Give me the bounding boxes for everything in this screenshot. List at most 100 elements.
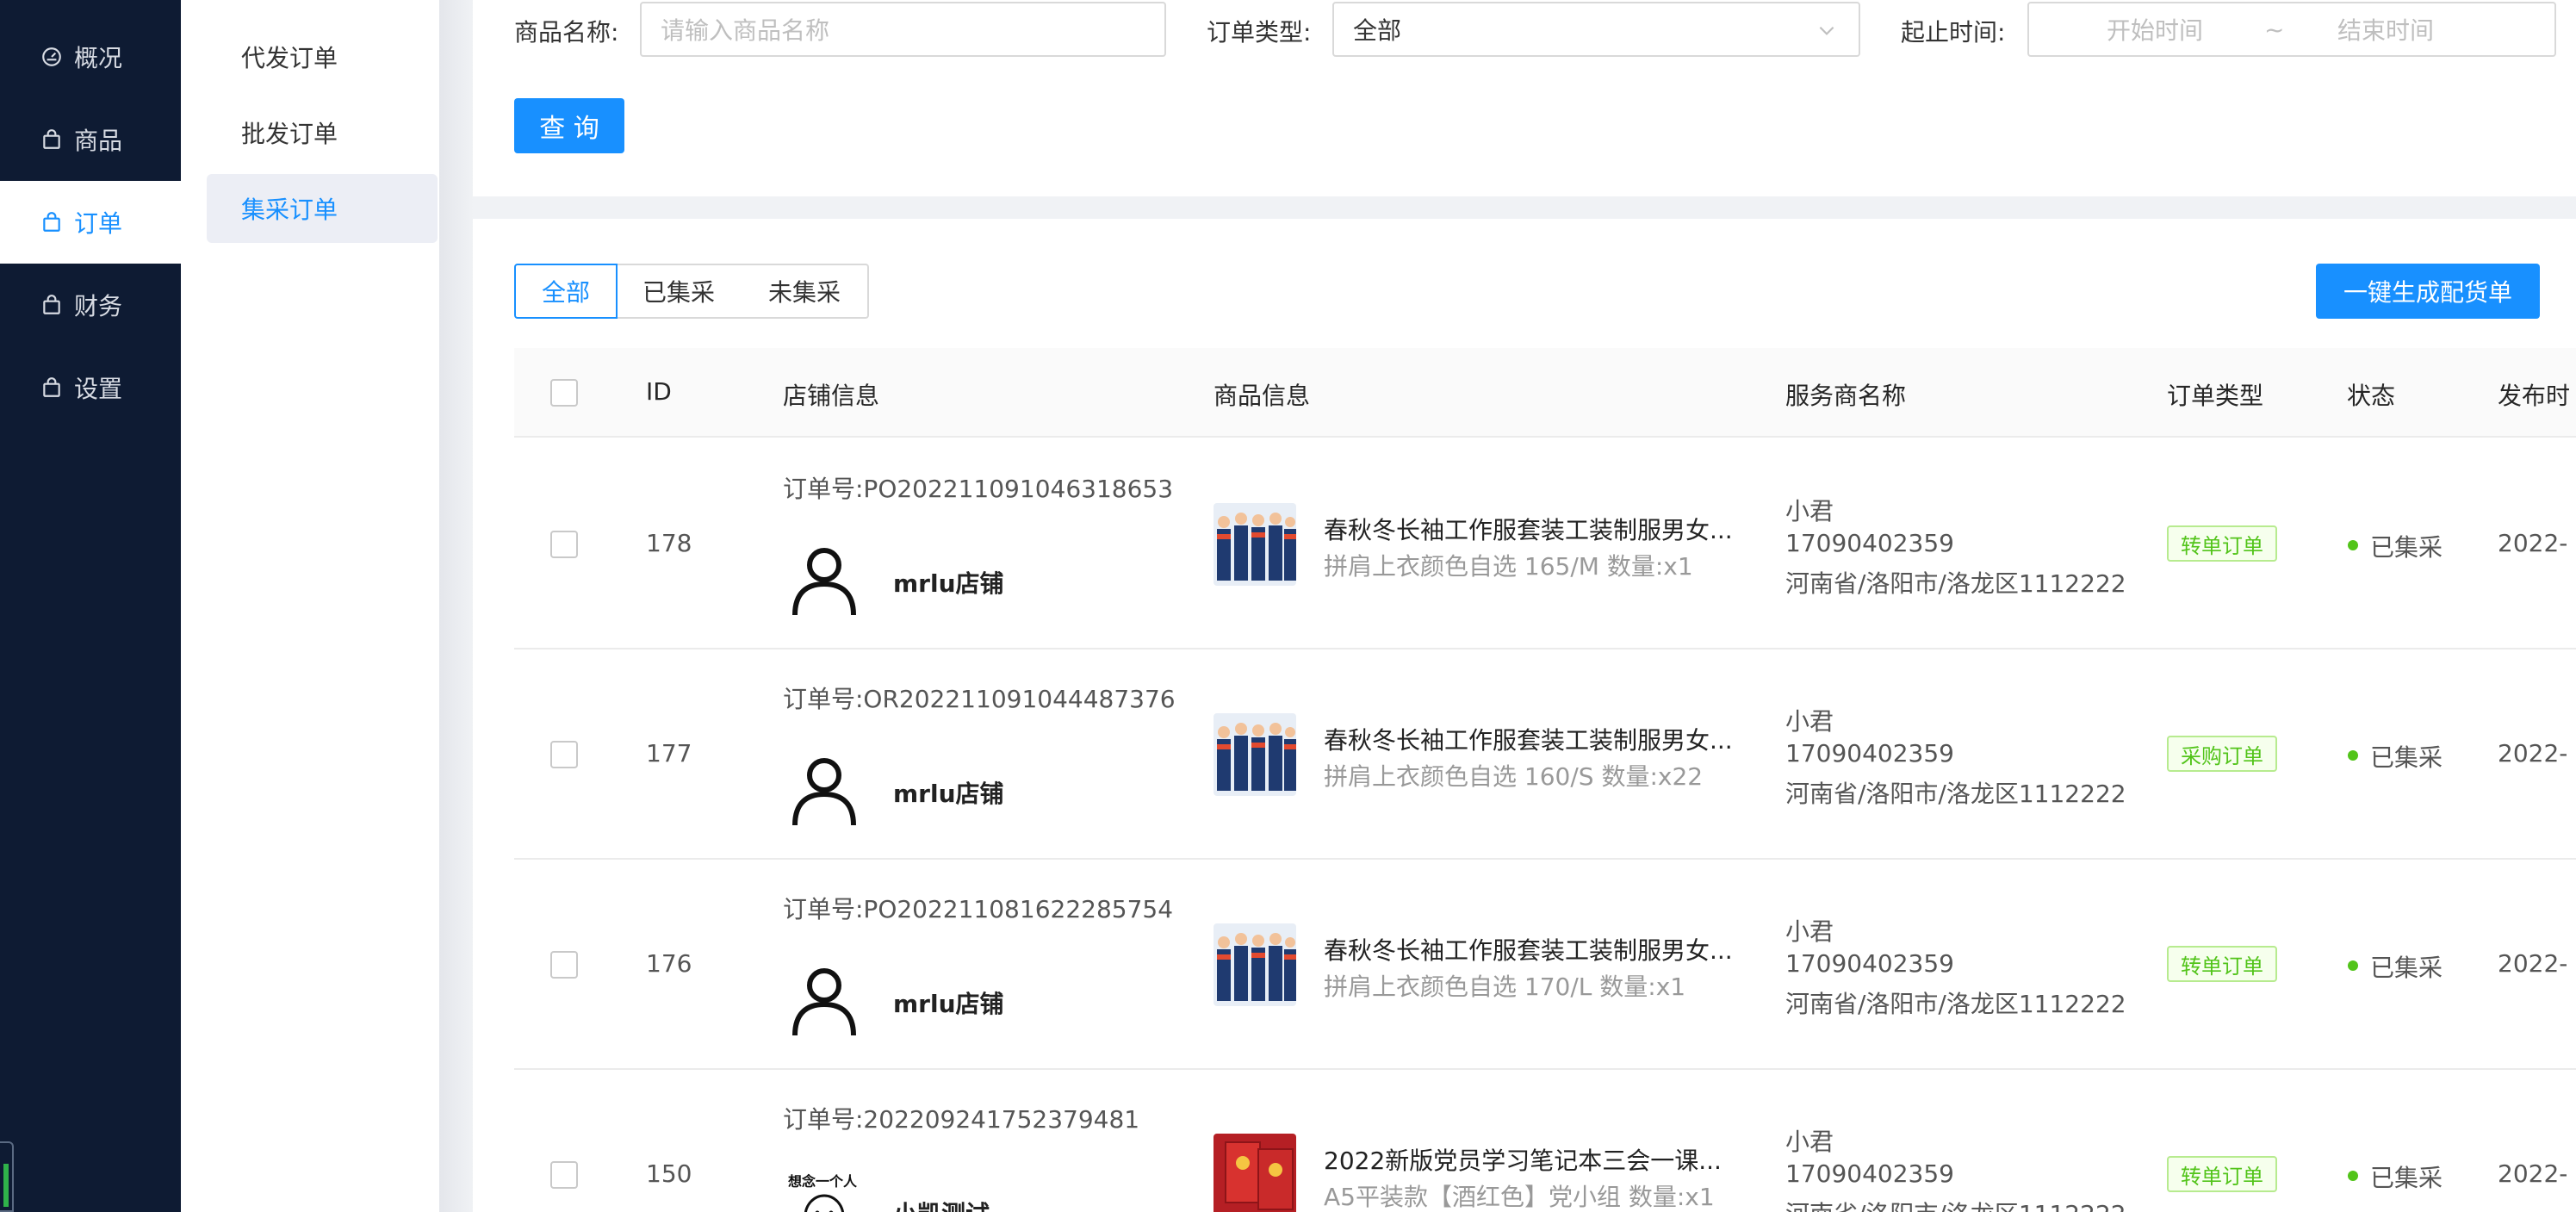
select-all-checkbox[interactable] bbox=[550, 379, 578, 407]
product-thumbnail[interactable] bbox=[1214, 923, 1296, 1006]
bag-icon bbox=[40, 293, 64, 317]
generate-button-label: 一键生成配货单 bbox=[2343, 278, 2512, 307]
provider-address: 河南省/洛阳市/洛龙区1112222 bbox=[1785, 990, 2126, 1018]
date-range-picker[interactable]: 开始时间 ~ 结束时间 bbox=[2027, 2, 2556, 57]
row-id: 150 bbox=[646, 1159, 692, 1188]
provider-address: 河南省/洛阳市/洛龙区1112222 bbox=[1785, 780, 2126, 808]
product-spec: A5平装款【酒红色】党小组 数量:x1 bbox=[1324, 1183, 1715, 1211]
provider-name: 小君 bbox=[1785, 707, 1834, 736]
product-thumbnail[interactable] bbox=[1214, 503, 1296, 586]
subnav-label: 批发订单 bbox=[241, 120, 338, 148]
end-date-placeholder: 结束时间 bbox=[2337, 16, 2435, 45]
status-dot bbox=[2348, 1171, 2358, 1181]
product-name-label: 商品名称: bbox=[514, 18, 619, 47]
date-range-label: 起止时间: bbox=[1901, 18, 2006, 47]
nav-item-products[interactable]: 商品 bbox=[0, 98, 181, 181]
provider-phone: 17090402359 bbox=[1785, 739, 1954, 768]
publish-date: 2022- bbox=[2498, 529, 2568, 557]
order-number: 订单号:OR202211091044487376 bbox=[783, 685, 1176, 713]
range-separator: ~ bbox=[2264, 15, 2285, 44]
shop-name: mrlu店铺 bbox=[893, 569, 1004, 598]
nav-item-orders[interactable]: 订单 bbox=[0, 181, 181, 264]
header-order-type: 订单类型 bbox=[2167, 382, 2264, 410]
status-dot bbox=[2348, 960, 2358, 971]
provider-phone: 17090402359 bbox=[1785, 529, 1954, 557]
level-meter bbox=[0, 1141, 14, 1212]
subnav-item-wholesale-orders[interactable]: 批发订单 bbox=[207, 98, 438, 167]
tab-not-collected[interactable]: 未集采 bbox=[742, 264, 869, 319]
table-row[interactable]: 178 订单号:PO202211091046318653 mrlu店铺 春秋冬长… bbox=[514, 439, 2576, 650]
product-thumbnail[interactable] bbox=[1214, 1134, 1296, 1212]
row-checkbox[interactable] bbox=[550, 741, 578, 768]
nav-item-finance[interactable]: 财务 bbox=[0, 264, 181, 346]
query-button-label: 查 询 bbox=[539, 114, 599, 144]
nav-label: 财务 bbox=[74, 292, 123, 320]
main-sidebar: 概况 商品 订单 财务 设置 bbox=[0, 0, 181, 1212]
provider-name: 小君 bbox=[1785, 917, 1834, 946]
publish-date: 2022- bbox=[2498, 739, 2568, 768]
row-checkbox[interactable] bbox=[550, 1161, 578, 1189]
order-type-select[interactable]: 全部 bbox=[1332, 2, 1860, 57]
subnav-item-group-purchase-orders[interactable]: 集采订单 bbox=[207, 174, 438, 243]
row-checkbox[interactable] bbox=[550, 531, 578, 558]
order-type-tag: 转单订单 bbox=[2167, 525, 2277, 562]
row-id: 176 bbox=[646, 949, 692, 978]
publish-date: 2022- bbox=[2498, 949, 2568, 978]
provider-name: 小君 bbox=[1785, 497, 1834, 525]
shop-avatar-text: 想念一个人 bbox=[788, 1173, 858, 1190]
status-text: 已集采 bbox=[2370, 1164, 2443, 1192]
subnav-item-dropship-orders[interactable]: 代发订单 bbox=[207, 22, 438, 91]
product-title[interactable]: 春秋冬长袖工作服套装工装制服男女... bbox=[1324, 512, 1733, 546]
tab-all[interactable]: 全部 bbox=[514, 264, 618, 319]
header-shop-info: 店铺信息 bbox=[783, 382, 880, 410]
bag-icon bbox=[40, 127, 64, 152]
product-title[interactable]: 2022新版党员学习笔记本三会一课... bbox=[1324, 1142, 1722, 1177]
order-number: 订单号:PO202211081622285754 bbox=[783, 895, 1174, 923]
order-subnav: 代发订单 批发订单 集采订单 bbox=[181, 0, 439, 1212]
status-dot bbox=[2348, 750, 2358, 761]
row-checkbox[interactable] bbox=[550, 951, 578, 979]
header-publish-time: 发布时 bbox=[2498, 382, 2571, 410]
nav-item-settings[interactable]: 设置 bbox=[0, 346, 181, 429]
generate-picking-list-button[interactable]: 一键生成配货单 bbox=[2316, 264, 2540, 319]
tab-label: 已集采 bbox=[642, 278, 715, 307]
table-row[interactable]: 177 订单号:OR202211091044487376 mrlu店铺 春秋冬长… bbox=[514, 650, 2576, 860]
row-id: 178 bbox=[646, 529, 692, 557]
nav-label: 设置 bbox=[74, 375, 123, 403]
nav-label: 概况 bbox=[74, 44, 123, 72]
status-dot bbox=[2348, 540, 2358, 550]
shop-name: mrlu店铺 bbox=[893, 780, 1004, 808]
provider-address: 河南省/洛阳市/洛龙区1112222 bbox=[1785, 1196, 2126, 1212]
product-name-input[interactable]: 请输入商品名称 bbox=[640, 2, 1166, 57]
product-title[interactable]: 春秋冬长袖工作服套装工装制服男女... bbox=[1324, 722, 1733, 756]
publish-date: 2022- bbox=[2498, 1159, 2568, 1188]
table-row[interactable]: 150 订单号:202209241752379481 想念一个人 小凯测试 20… bbox=[514, 1070, 2576, 1212]
cartoon-face-icon bbox=[804, 1194, 845, 1212]
table-row[interactable]: 176 订单号:PO202211081622285754 mrlu店铺 春秋冬长… bbox=[514, 860, 2576, 1070]
tab-collected[interactable]: 已集采 bbox=[616, 264, 743, 319]
order-type-value: 全部 bbox=[1353, 16, 1402, 45]
provider-name: 小君 bbox=[1785, 1128, 1834, 1156]
subnav-label: 集采订单 bbox=[241, 196, 338, 224]
nav-item-overview[interactable]: 概况 bbox=[0, 16, 181, 98]
shop-name: 小凯测试 bbox=[893, 1196, 990, 1212]
query-button[interactable]: 查 询 bbox=[514, 98, 624, 153]
shop-avatar-icon bbox=[792, 758, 856, 826]
gauge-icon bbox=[40, 45, 64, 69]
product-title[interactable]: 春秋冬长袖工作服套装工装制服男女... bbox=[1324, 932, 1733, 966]
product-spec: 拼肩上衣颜色自选 165/M 数量:x1 bbox=[1324, 552, 1693, 581]
provider-phone: 17090402359 bbox=[1785, 949, 1954, 978]
order-type-label: 订单类型: bbox=[1207, 18, 1312, 47]
order-number: 订单号:PO202211091046318653 bbox=[783, 475, 1174, 503]
header-status: 状态 bbox=[2347, 382, 2396, 410]
shop-avatar-image: 想念一个人 bbox=[783, 1166, 866, 1212]
tab-label: 全部 bbox=[541, 278, 590, 307]
order-type-tag: 转单订单 bbox=[2167, 946, 2277, 982]
header-id: ID bbox=[646, 377, 672, 406]
order-type-tag: 采购订单 bbox=[2167, 736, 2277, 772]
nav-label: 商品 bbox=[74, 127, 123, 155]
product-thumbnail[interactable] bbox=[1214, 713, 1296, 796]
tab-label: 未集采 bbox=[767, 278, 841, 307]
chevron-down-icon bbox=[1816, 19, 1838, 47]
header-provider-name: 服务商名称 bbox=[1785, 382, 1907, 410]
